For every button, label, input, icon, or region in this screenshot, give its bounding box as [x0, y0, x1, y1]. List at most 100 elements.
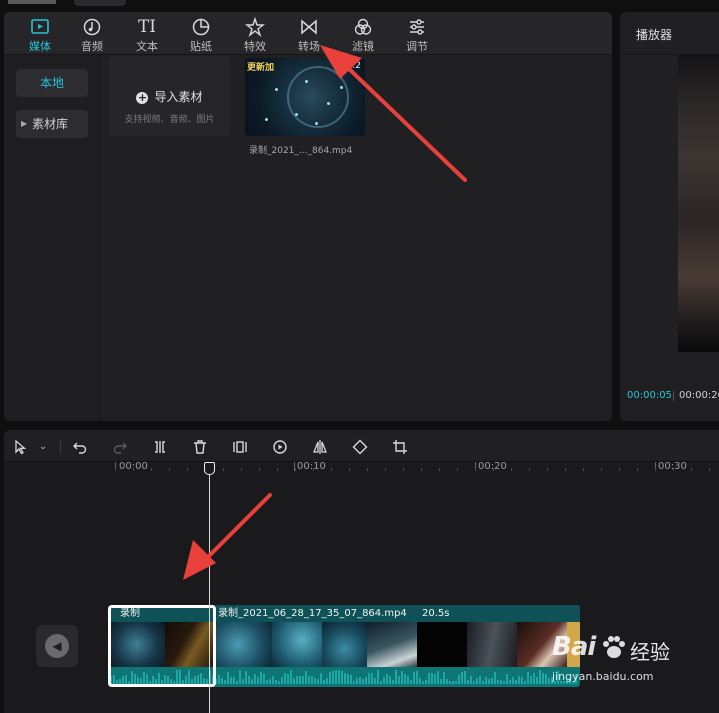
- reverse-button[interactable]: [269, 436, 291, 458]
- chevron-down-icon[interactable]: ⌄: [32, 436, 54, 458]
- waveform-bar: [311, 676, 313, 684]
- tab-label: 贴纸: [190, 40, 212, 53]
- tab-transition[interactable]: 转场: [281, 14, 337, 54]
- ruler-minor-tick: [313, 468, 314, 471]
- waveform-bar: [287, 674, 289, 684]
- adjust-icon: [389, 16, 445, 38]
- player-panel: 播放器 00:00:05 00:00:26: [620, 12, 719, 421]
- sidebar-item-label: 素材库: [32, 117, 69, 131]
- waveform-bar: [443, 672, 445, 684]
- tab-filter[interactable]: 滤镜: [335, 14, 391, 54]
- ruler-minor-tick: [655, 468, 656, 471]
- waveform-bar: [221, 678, 223, 684]
- waveform-bar: [359, 677, 361, 684]
- waveform-bar: [395, 670, 397, 684]
- player-video[interactable]: [678, 55, 719, 352]
- clip2-header: 录制_2021_06_28_17_35_07_864.mp4 20.5s: [215, 605, 580, 622]
- redo-button[interactable]: [109, 436, 131, 458]
- ruler-minor-tick: [475, 468, 476, 471]
- waveform-bar: [515, 680, 517, 684]
- waveform-bar: [425, 680, 427, 684]
- tab-media[interactable]: 媒体: [12, 14, 68, 54]
- waveform-bar: [419, 678, 421, 684]
- tab-label: 媒体: [29, 40, 51, 53]
- waveform-bar: [314, 678, 316, 684]
- import-hint: 支持视频、音频、图片: [124, 115, 215, 125]
- thumbnail-sparkle: [327, 102, 330, 105]
- ruler-minor-tick: [187, 468, 188, 471]
- tab-effects[interactable]: 特效: [227, 14, 283, 54]
- waveform-bar: [446, 679, 448, 684]
- ruler-minor-tick: [583, 468, 584, 471]
- waveform-bar: [392, 680, 394, 684]
- speaker-icon: ◀: [45, 634, 69, 658]
- waveform-bar: [536, 677, 538, 684]
- ruler-minor-tick: [223, 468, 224, 471]
- tab-sticker[interactable]: 贴纸: [173, 14, 229, 54]
- playhead-handle[interactable]: [204, 462, 215, 475]
- waveform-bar: [518, 676, 520, 684]
- track-mute-button[interactable]: ◀: [36, 625, 78, 667]
- waveform-bar: [428, 673, 430, 684]
- sidebar-item-local[interactable]: 本地: [16, 69, 88, 97]
- ruler-minor-tick: [403, 468, 404, 471]
- waveform-bar: [413, 672, 415, 684]
- freeze-frame-button[interactable]: [229, 436, 251, 458]
- ruler-minor-tick: [565, 468, 566, 471]
- waveform-bar: [497, 680, 499, 684]
- waveform-bar: [494, 672, 496, 684]
- waveform-bar: [341, 671, 343, 684]
- media-clip-thumbnail[interactable]: 更新加 00:2: [245, 58, 365, 136]
- waveform-bar: [233, 677, 235, 684]
- waveform-bar: [398, 676, 400, 684]
- waveform-bar: [488, 679, 490, 684]
- title-tab-fragment[interactable]: [74, 0, 126, 6]
- audio-icon: [64, 16, 120, 38]
- tab-adjust[interactable]: 调节: [389, 14, 445, 54]
- watermark-brand: Bai: [552, 632, 596, 662]
- waveform-bar: [329, 672, 331, 684]
- waveform-bar: [251, 679, 253, 684]
- waveform-bar: [521, 677, 523, 684]
- split-button[interactable]: [149, 436, 171, 458]
- select-tool-button[interactable]: [10, 436, 32, 458]
- time-separator: [673, 391, 674, 401]
- ruler-minor-tick: [367, 468, 368, 471]
- waveform-bar: [527, 672, 529, 684]
- sidebar-item-library[interactable]: ▶ 素材库: [16, 110, 88, 138]
- plus-icon: +: [136, 91, 149, 104]
- ruler-label: 00:10: [297, 461, 326, 472]
- waveform-bar: [386, 674, 388, 684]
- mirror-button[interactable]: [309, 436, 331, 458]
- thumbnail-sparkle: [275, 88, 278, 91]
- waveform-bar: [284, 673, 286, 684]
- watermark-url: jingyan.baidu.com: [552, 670, 654, 683]
- rotate-button[interactable]: [349, 436, 371, 458]
- thumbnail-sparkle: [295, 113, 298, 116]
- waveform-bar: [422, 681, 424, 684]
- undo-button[interactable]: [69, 436, 91, 458]
- waveform-bar: [431, 673, 433, 684]
- waveform-bar: [266, 680, 268, 684]
- baidu-watermark: Bai 经验 jingyan.baidu.com: [552, 632, 682, 683]
- waveform-bar: [503, 681, 505, 684]
- waveform-bar: [281, 677, 283, 684]
- delete-button[interactable]: [189, 436, 211, 458]
- import-media-button[interactable]: + 导入素材 支持视频、音频、图片: [109, 56, 230, 136]
- waveform-bar: [506, 674, 508, 684]
- waveform-bar: [353, 681, 355, 684]
- total-time: 00:00:26: [679, 390, 719, 401]
- tab-text[interactable]: TI 文本: [119, 14, 175, 54]
- selected-clip-outline[interactable]: [108, 605, 216, 687]
- clip-tag: 更新加: [247, 63, 275, 73]
- waveform-bar: [374, 678, 376, 684]
- crop-button[interactable]: [389, 436, 411, 458]
- frame-thumbnail: [417, 622, 467, 667]
- waveform-bar: [290, 670, 292, 684]
- tab-audio[interactable]: 音频: [64, 14, 120, 54]
- waveform-bar: [347, 674, 349, 684]
- waveform-bar: [278, 681, 280, 684]
- waveform-bar: [320, 673, 322, 684]
- frame-thumbnail: [367, 622, 417, 667]
- waveform-bar: [260, 672, 262, 684]
